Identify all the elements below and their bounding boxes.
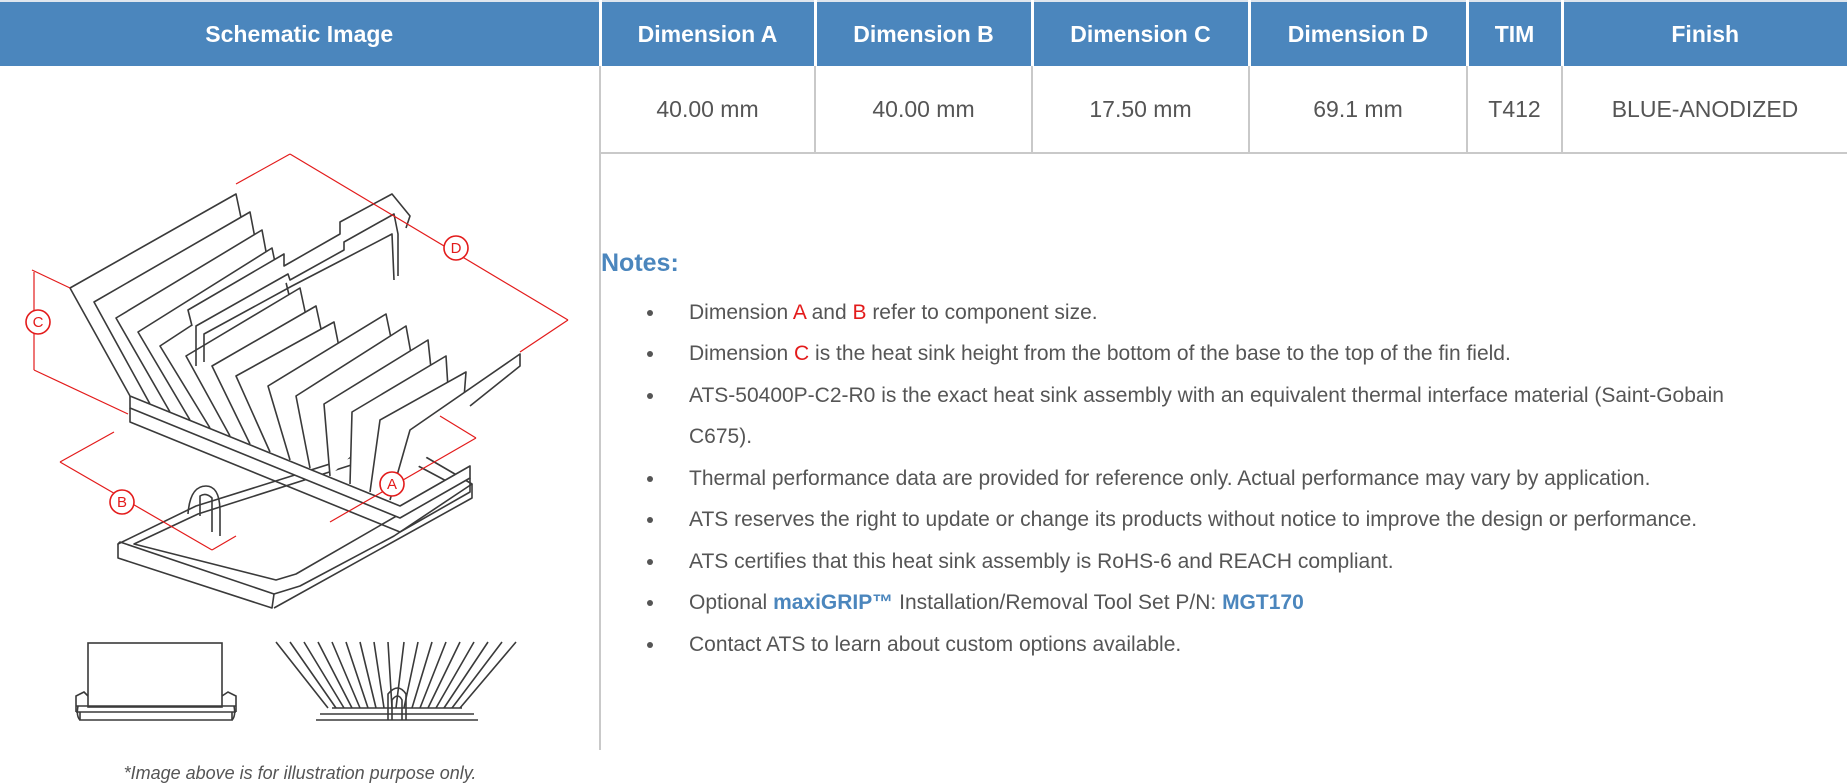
- header-dimension-a: Dimension A: [600, 0, 817, 66]
- dimension-b-ref: B: [852, 300, 867, 324]
- header-schematic: Schematic Image: [0, 0, 602, 66]
- callout-a: A: [387, 476, 397, 493]
- header-tim: TIM: [1467, 0, 1564, 66]
- schematic-cell: D C A B *Image above is for illustration…: [0, 66, 601, 783]
- spec-page: Schematic Image Dimension A Dimension B …: [0, 0, 1847, 783]
- callout-b: B: [117, 494, 127, 511]
- illustration-caption: *Image above is for illustration purpose…: [123, 763, 477, 783]
- note-text: Installation/Removal Tool Set P/N:: [893, 591, 1223, 615]
- note-text: and: [805, 300, 853, 324]
- spec-table: Schematic Image Dimension A Dimension B …: [0, 0, 1847, 783]
- note-item: ATS certifies that this heat sink assemb…: [601, 541, 1847, 583]
- note-text: Dimension: [689, 300, 793, 324]
- note-text: Optional: [689, 591, 774, 615]
- header-finish: Finish: [1562, 0, 1847, 66]
- header-dimension-b: Dimension B: [815, 0, 1034, 66]
- value-dimension-c: 17.50 mm: [1032, 66, 1250, 154]
- callout-c: C: [33, 314, 44, 331]
- note-item: Optional maxiGRIP™ Installation/Removal …: [601, 582, 1847, 624]
- note-item: Contact ATS to learn about custom option…: [601, 624, 1847, 666]
- header-row: Schematic Image Dimension A Dimension B …: [0, 0, 1847, 66]
- header-dimension-d: Dimension D: [1249, 0, 1469, 66]
- value-tim: T412: [1467, 66, 1563, 154]
- notes-title: Notes:: [601, 248, 679, 277]
- value-dimension-b: 40.00 mm: [815, 66, 1033, 154]
- value-dimension-a: 40.00 mm: [600, 66, 816, 154]
- notes-list: Dimension A and B refer to component siz…: [601, 292, 1847, 666]
- value-dimension-d: 69.1 mm: [1249, 66, 1468, 154]
- callout-d: D: [451, 240, 462, 257]
- value-finish: BLUE-ANODIZED: [1562, 66, 1847, 154]
- side-view-drawing: [75, 642, 237, 721]
- dimension-c-ref: C: [794, 342, 810, 366]
- maxigrip-link[interactable]: maxiGRIP™: [773, 591, 893, 614]
- note-item: Dimension C is the heat sink height from…: [601, 333, 1847, 375]
- note-item: ATS-50400P-C2-R0 is the exact heat sink …: [601, 375, 1847, 458]
- notes-cell: Notes: Dimension A and B refer to compon…: [600, 153, 1847, 750]
- note-text: is the heat sink height from the bottom …: [809, 342, 1511, 366]
- header-dimension-c: Dimension C: [1032, 0, 1251, 66]
- values-row: D C A B *Image above is for illustration…: [0, 66, 1847, 783]
- note-text: refer to component size.: [866, 300, 1098, 324]
- dimension-a-ref: A: [792, 300, 806, 324]
- note-item: ATS reserves the right to update or chan…: [601, 499, 1847, 541]
- note-text: Dimension: [689, 342, 795, 366]
- part-number-link[interactable]: MGT170: [1222, 591, 1304, 614]
- note-item: Thermal performance data are provided fo…: [601, 458, 1847, 500]
- note-item: Dimension A and B refer to component siz…: [601, 292, 1847, 334]
- front-view-drawing: [275, 641, 517, 721]
- heat-sink-schematic-drawing: D C A B: [25, 153, 569, 721]
